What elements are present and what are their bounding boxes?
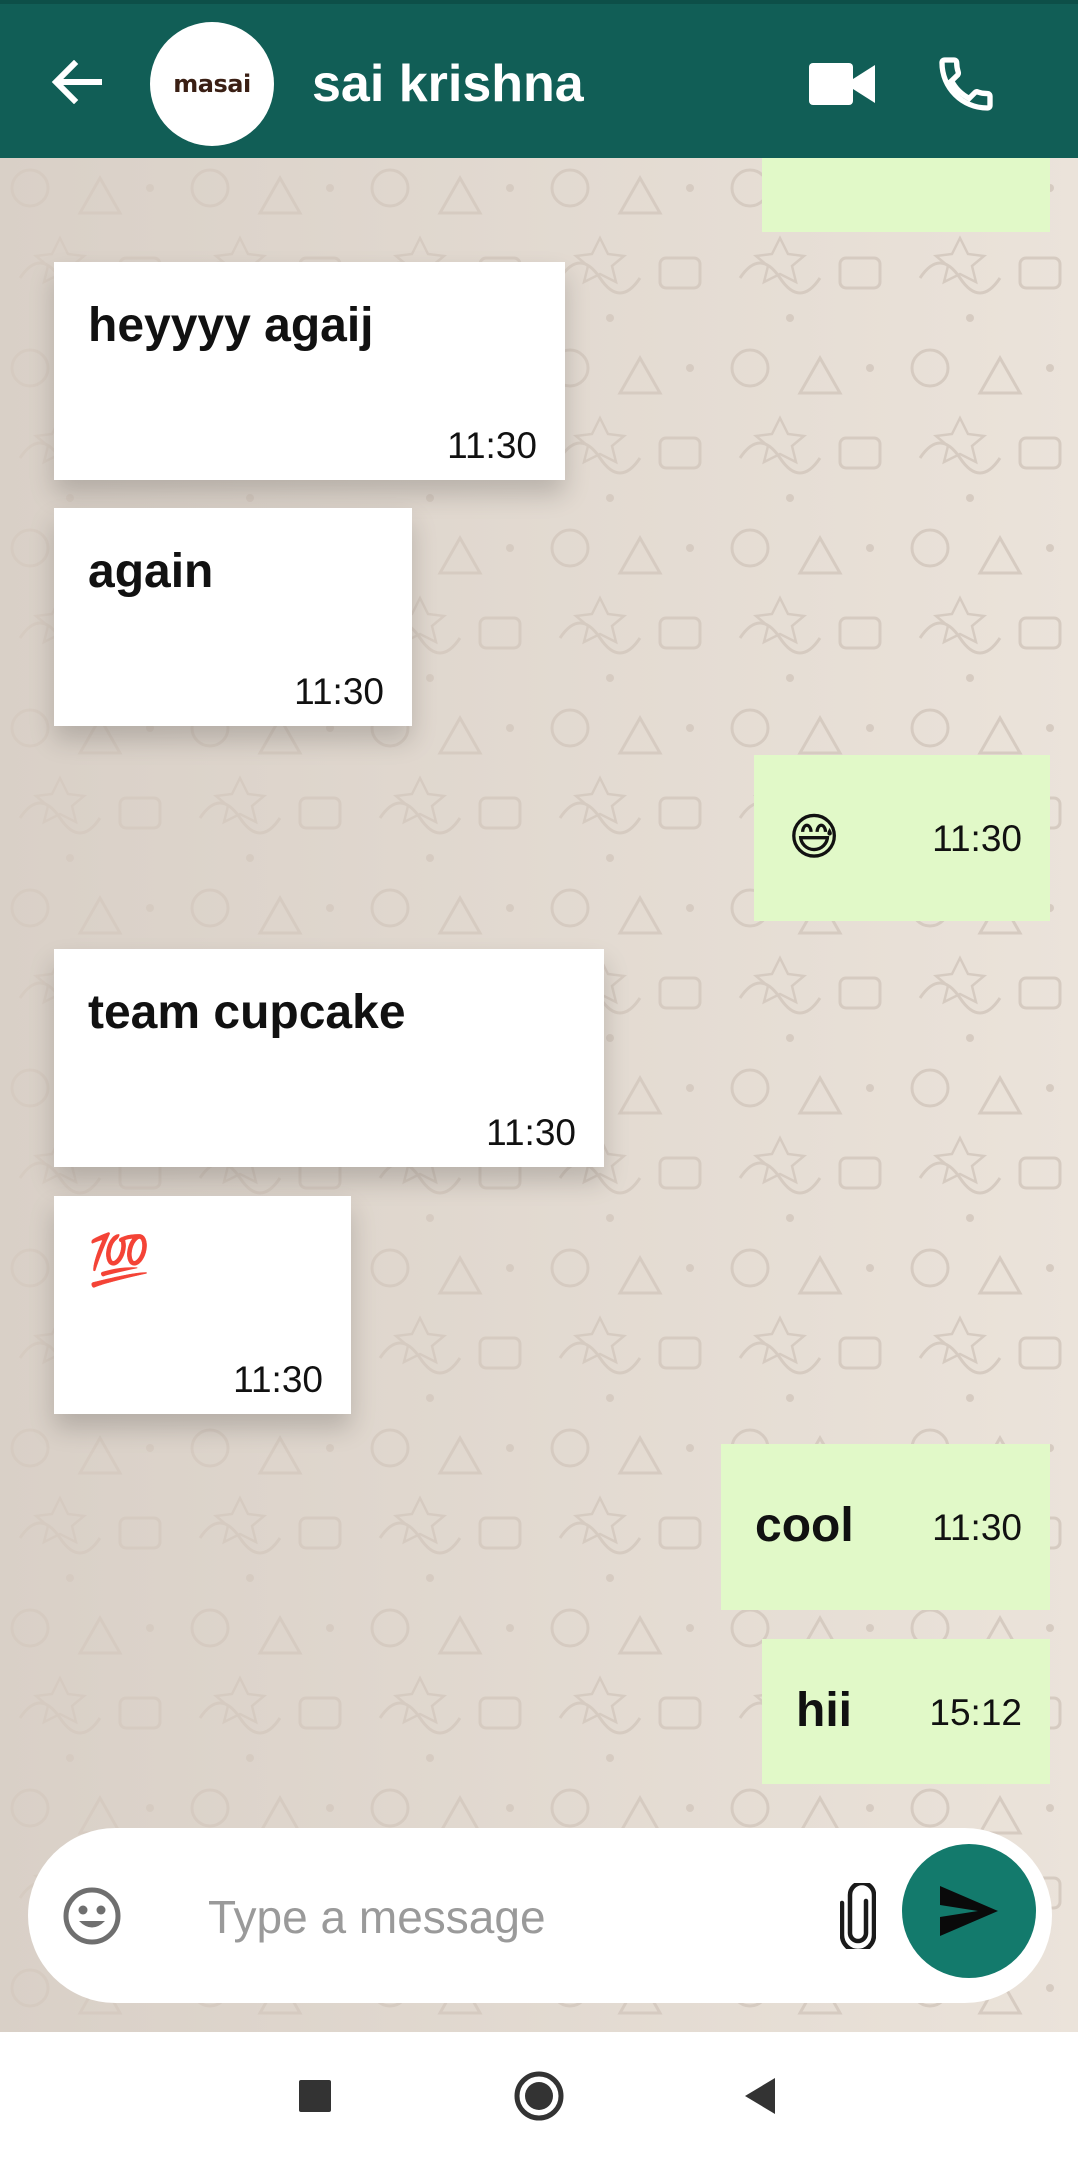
message-bubble-outgoing[interactable] <box>762 158 1050 232</box>
home-button[interactable] <box>503 2060 575 2132</box>
message-time: 11:30 <box>932 818 1022 859</box>
video-call-button[interactable] <box>800 44 884 124</box>
voice-call-button[interactable] <box>924 42 1008 126</box>
back-button[interactable] <box>40 46 112 118</box>
recents-button[interactable] <box>279 2060 351 2132</box>
message-bubble-incoming[interactable]: team cupcake 11:30 <box>54 949 604 1167</box>
arrow-left-icon <box>51 60 102 104</box>
message-bubble-outgoing[interactable]: hii 15:12 <box>762 1639 1050 1784</box>
attach-button[interactable] <box>828 1876 888 1956</box>
message-time: 11:30 <box>294 671 384 712</box>
video-camera-icon <box>809 63 875 105</box>
smiley-icon <box>63 1887 121 1945</box>
message-time: 11:30 <box>447 425 537 466</box>
contact-name[interactable]: sai krishna <box>312 54 584 114</box>
message-composer <box>28 1828 1052 2003</box>
circle-icon <box>514 2071 564 2121</box>
message-input[interactable] <box>208 1884 808 1950</box>
message-bubble-incoming[interactable]: 💯 11:30 <box>54 1196 351 1414</box>
avatar-logo-text: masai <box>173 70 251 98</box>
message-bubble-incoming[interactable]: again 11:30 <box>54 508 412 726</box>
send-icon <box>940 1886 998 1936</box>
message-time: 11:30 <box>233 1359 323 1400</box>
system-back-button[interactable] <box>723 2060 795 2132</box>
paperclip-icon <box>840 1883 876 1949</box>
chat-header: masai sai krishna <box>0 0 1078 158</box>
message-time: 11:30 <box>486 1112 576 1153</box>
triangle-back-icon <box>745 2078 775 2114</box>
message-text: heyyyy agaij <box>88 299 374 352</box>
emoji-button[interactable] <box>56 1880 128 1952</box>
message-bubble-outgoing[interactable]: cool 11:30 <box>721 1444 1050 1610</box>
message-text: team cupcake <box>88 986 406 1039</box>
message-time: 11:30 <box>932 1507 1022 1548</box>
contact-avatar[interactable]: masai <box>150 22 274 146</box>
message-bubble-incoming[interactable]: heyyyy agaij 11:30 <box>54 262 565 480</box>
message-text: cool <box>755 1499 854 1552</box>
message-text: again <box>88 545 214 598</box>
message-emoji: 💯 <box>88 1231 151 1289</box>
system-navigation-bar <box>0 2032 1078 2161</box>
phone-icon <box>939 57 993 111</box>
send-button[interactable] <box>902 1844 1036 1978</box>
message-bubble-outgoing[interactable]: 😅 11:30 <box>754 755 1050 921</box>
message-time: 15:12 <box>929 1692 1022 1733</box>
message-emoji: 😅 <box>788 808 841 866</box>
message-list[interactable]: heyyyy agaij 11:30 again 11:30 😅 11:30 t… <box>0 158 1078 2032</box>
message-text: hii <box>796 1684 852 1737</box>
square-icon <box>299 2080 331 2112</box>
